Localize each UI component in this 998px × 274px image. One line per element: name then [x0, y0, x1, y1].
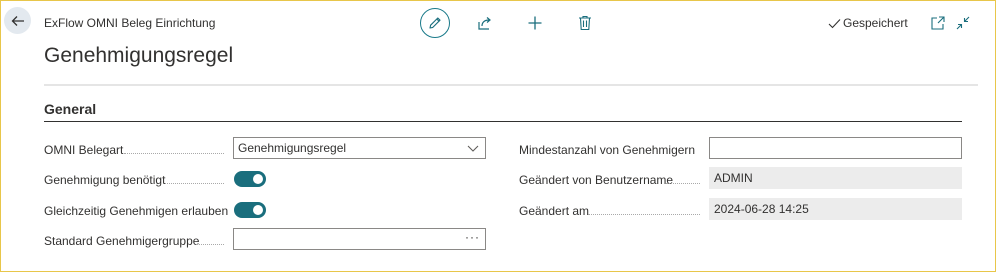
saved-status: Gespeichert: [828, 16, 908, 30]
checkmark-icon: [828, 18, 841, 28]
page-frame: [0, 0, 996, 272]
open-in-new-window-icon: [931, 16, 945, 30]
omni-belegart-select[interactable]: Genehmigungsregel: [233, 137, 486, 159]
mindestanzahl-genehmigern-input[interactable]: [709, 137, 962, 159]
genehmigung-benoetigt-toggle[interactable]: [234, 171, 266, 187]
section-divider: [44, 121, 962, 122]
toggle-knob: [253, 174, 263, 184]
collapse-button[interactable]: [955, 15, 971, 31]
lookup-ellipsis-button[interactable]: ···: [465, 230, 480, 244]
label-leader: [165, 183, 224, 184]
omni-belegart-value: Genehmigungsregel: [238, 141, 347, 155]
label-leader: [196, 244, 224, 245]
geaendert-von-value: ADMIN: [709, 167, 962, 189]
trash-icon: [579, 15, 591, 31]
genehmigung-benoetigt-label: Genehmigung benötigt: [44, 173, 166, 187]
standard-genehmigergruppe-label: Standard Genehmigergruppe: [44, 234, 200, 248]
page-title: Genehmigungsregel: [44, 44, 234, 67]
back-button[interactable]: [4, 7, 31, 34]
omni-belegart-label: OMNI Belegart: [44, 143, 124, 157]
saved-status-label: Gespeichert: [843, 16, 908, 30]
standard-genehmigergruppe-lookup[interactable]: ···: [233, 228, 486, 250]
app-title: ExFlow OMNI Beleg Einrichtung: [44, 16, 216, 30]
collapse-icon: [956, 16, 970, 30]
toggle-knob: [253, 205, 263, 215]
open-new-window-button[interactable]: [930, 15, 946, 31]
pencil-icon: [429, 17, 441, 29]
chevron-down-icon: [467, 145, 479, 152]
geaendert-am-value: 2024-06-28 14:25: [709, 198, 962, 220]
arrow-left-icon: [11, 15, 24, 26]
geaendert-am-label: Geändert am: [519, 204, 590, 218]
section-title-general: General: [44, 101, 97, 117]
share-icon: [478, 17, 491, 30]
edit-button[interactable]: [420, 8, 450, 38]
share-button[interactable]: [476, 14, 494, 32]
delete-button[interactable]: [576, 14, 594, 32]
plus-icon: [528, 16, 542, 30]
mindestanzahl-genehmigern-label: Mindestanzahl von Genehmigern: [519, 143, 696, 157]
header-separator: [44, 84, 978, 86]
label-leader: [588, 214, 700, 215]
label-leader: [124, 153, 224, 154]
label-leader: [666, 183, 700, 184]
add-button[interactable]: [526, 14, 544, 32]
geaendert-von-label: Geändert von Benutzername: [519, 173, 674, 187]
gleichzeitig-genehmigen-label: Gleichzeitig Genehmigen erlauben: [44, 204, 229, 218]
gleichzeitig-genehmigen-toggle[interactable]: [234, 202, 266, 218]
